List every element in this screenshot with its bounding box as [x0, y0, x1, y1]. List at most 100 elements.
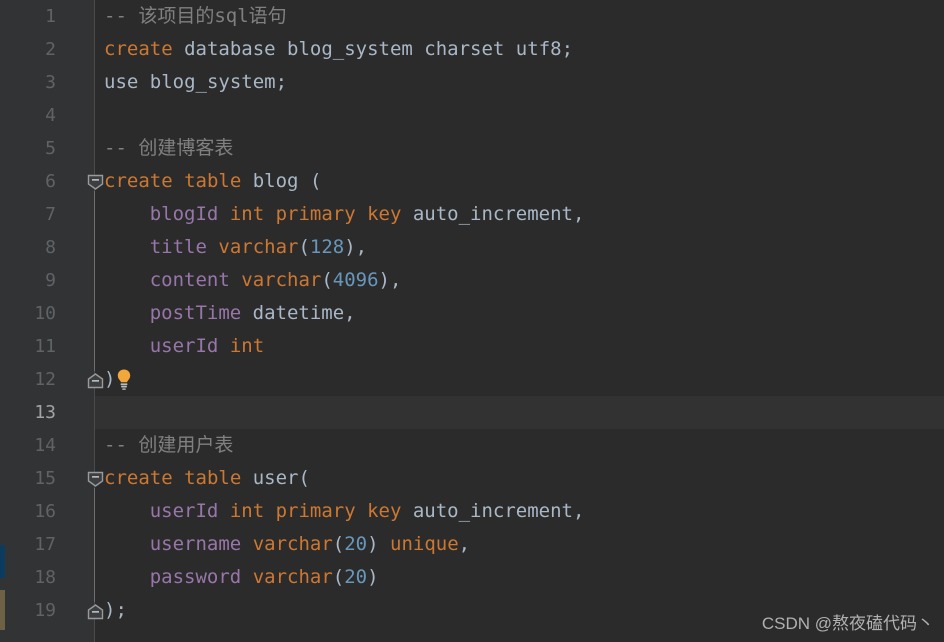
token-ident [207, 236, 218, 258]
line-number[interactable]: 8 [0, 231, 56, 264]
token-kw: int primary key [229, 203, 402, 225]
token-num: 128 [309, 236, 345, 258]
token-ident [241, 467, 252, 489]
token-ident [218, 335, 229, 357]
code-line: postTime datetime, [150, 297, 356, 330]
token-ident [241, 533, 252, 555]
token-kw: varchar [252, 533, 333, 555]
code-line: create table blog ( [104, 165, 321, 198]
token-kw: create [104, 38, 173, 60]
code-line: username varchar(20) unique, [150, 528, 470, 561]
line-number[interactable]: 7 [0, 198, 56, 231]
line-number[interactable]: 17 [0, 528, 56, 561]
token-ident: ) [367, 566, 379, 588]
token-col: password [149, 566, 242, 588]
token-ident: ), [378, 269, 402, 291]
token-tbl: user [252, 467, 299, 489]
current-line-highlight [0, 396, 944, 429]
code-line: password varchar(20) [150, 561, 379, 594]
line-number[interactable]: 12 [0, 363, 56, 396]
sql-code-editor[interactable]: 1 2 3 4 5 6 7 8 9 10 11 12 13 14 15 16 17 18 19 -- 该项目的sql… [0, 0, 944, 642]
token-ident: ) [367, 533, 390, 555]
token-kw: varchar [252, 566, 333, 588]
token-col: username [149, 533, 242, 555]
line-number[interactable]: 2 [0, 33, 56, 66]
code-line: -- 该项目的sql语句 [104, 0, 287, 33]
line-number[interactable]: 6 [0, 165, 56, 198]
token-ident: ( [298, 236, 310, 258]
fold-collapse-icon[interactable] [86, 462, 105, 495]
line-number[interactable]: 16 [0, 495, 56, 528]
line-number[interactable]: 3 [0, 66, 56, 99]
code-line: create database blog_system charset utf8… [104, 33, 573, 66]
token-kw: unique [390, 533, 459, 555]
token-ident [218, 203, 229, 225]
token-ident [241, 566, 252, 588]
token-num: 20 [344, 566, 368, 588]
token-col: blogId [149, 203, 219, 225]
code-line: ); [104, 594, 127, 627]
code-line: title varchar(128), [150, 231, 367, 264]
token-ident [241, 170, 252, 192]
token-kw: int primary key [229, 500, 402, 522]
token-ident [230, 269, 241, 291]
code-line: use blog_system; [104, 66, 287, 99]
token-col: userId [149, 335, 219, 357]
line-number[interactable]: 11 [0, 330, 56, 363]
token-ident: auto_increment, [401, 500, 585, 522]
token-ident: ), [344, 236, 368, 258]
line-number[interactable]: 9 [0, 264, 56, 297]
fold-end-icon[interactable] [86, 363, 105, 396]
token-col: userId [149, 500, 219, 522]
intention-bulb-icon[interactable] [114, 368, 134, 392]
line-number[interactable]: 10 [0, 297, 56, 330]
token-ident: ( [332, 533, 345, 555]
code-line: -- 创建用户表 [104, 429, 233, 462]
token-ident: use blog_system; [104, 71, 288, 93]
fold-region-line [94, 191, 95, 371]
token-col: postTime [149, 302, 242, 324]
code-line: userId int primary key auto_increment, [150, 495, 585, 528]
token-kw: varchar [218, 236, 299, 258]
csdn-watermark: CSDN @熬夜磕代码丶 [761, 614, 934, 633]
token-ident [218, 500, 229, 522]
token-ident: , [458, 533, 471, 555]
token-ident: ( [298, 170, 322, 192]
line-number[interactable]: 19 [0, 594, 56, 627]
token-num: 20 [344, 533, 368, 555]
token-ident: ( [321, 269, 333, 291]
token-ident: ( [298, 467, 310, 489]
token-col: content [149, 269, 230, 291]
code-line: blogId int primary key auto_increment, [150, 198, 585, 231]
line-number[interactable]: 13 [0, 396, 56, 429]
code-line: content varchar(4096), [150, 264, 402, 297]
code-line: create table user( [104, 462, 310, 495]
code-line: -- 创建博客表 [104, 132, 233, 165]
token-ident: database blog_system charset utf8; [172, 38, 574, 60]
token-ident: ( [332, 566, 345, 588]
line-number[interactable]: 18 [0, 561, 56, 594]
code-text-layer: -- 该项目的sql语句 create database blog_system … [0, 0, 944, 642]
token-cmt: -- 创建用户表 [104, 434, 234, 456]
token-ident: auto_increment, [401, 203, 585, 225]
token-cmt: -- 创建博客表 [104, 137, 234, 159]
token-tbl: blog [252, 170, 299, 192]
line-number[interactable]: 5 [0, 132, 56, 165]
line-number[interactable]: 15 [0, 462, 56, 495]
line-number[interactable]: 14 [0, 429, 56, 462]
line-number[interactable]: 1 [0, 0, 56, 33]
token-kw: create table [104, 467, 242, 489]
code-line: userId int [150, 330, 264, 363]
token-kw: varchar [241, 269, 322, 291]
token-kw: int [229, 335, 265, 357]
token-num: 4096 [332, 269, 379, 291]
token-kw: create table [104, 170, 242, 192]
token-ident: ); [104, 599, 127, 621]
line-number[interactable]: 4 [0, 99, 56, 132]
fold-collapse-icon[interactable] [86, 165, 105, 198]
token-cmt: -- 该项目的sql语句 [104, 5, 287, 27]
token-ident: datetime, [241, 302, 356, 324]
fold-region-line [94, 488, 95, 602]
token-col: title [149, 236, 207, 258]
fold-end-icon[interactable] [86, 594, 105, 627]
